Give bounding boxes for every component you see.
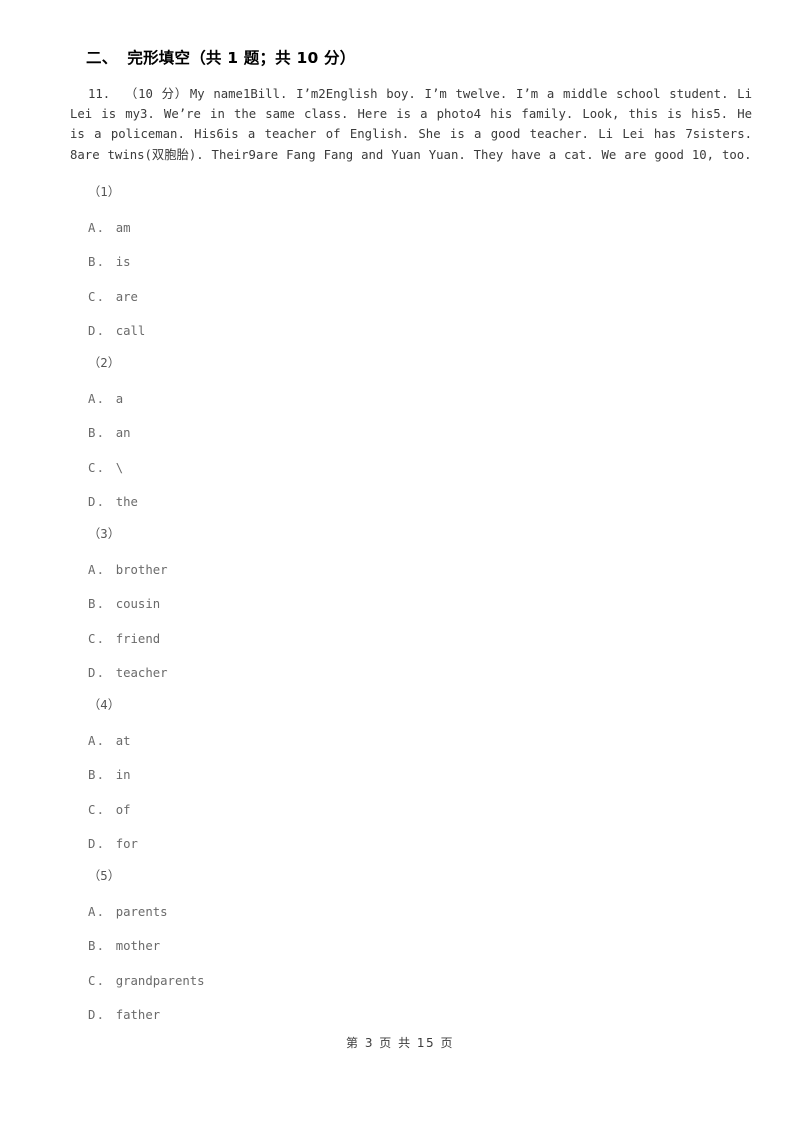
option-separator: ． — [97, 597, 110, 612]
option-a[interactable]: A ． parents — [88, 902, 168, 920]
option-key: D — [88, 665, 96, 680]
option-c[interactable]: C ． \ — [88, 458, 123, 476]
option-key: B — [88, 597, 96, 612]
option-c[interactable]: C ． friend — [88, 629, 160, 647]
option-key: B — [88, 939, 96, 954]
option-separator: ． — [97, 973, 110, 988]
option-separator: ． — [97, 392, 110, 407]
blank-label: （5） — [88, 869, 120, 883]
option-key: A — [88, 221, 96, 236]
option-d[interactable]: D ． teacher — [88, 663, 168, 681]
option-text: call — [115, 323, 146, 338]
option-text: of — [115, 802, 131, 817]
option-separator: ． — [97, 289, 110, 304]
option-b[interactable]: B ． mother — [88, 936, 160, 954]
option-separator: ． — [97, 836, 110, 851]
option-key: C — [88, 631, 96, 646]
option-b[interactable]: B ． cousin — [88, 594, 160, 612]
option-separator: ． — [97, 221, 110, 236]
option-text: are — [115, 289, 138, 304]
option-key: C — [88, 289, 96, 304]
option-key: D — [88, 323, 96, 338]
option-separator: ． — [97, 905, 110, 920]
option-key: B — [88, 426, 96, 441]
option-separator: ． — [97, 323, 110, 338]
option-a[interactable]: A ． am — [88, 218, 131, 236]
option-separator: ． — [97, 255, 110, 270]
option-c[interactable]: C ． are — [88, 287, 138, 305]
section-title: 完形填空（共 1 题；共 10 分） — [127, 49, 356, 67]
blank-label: （1） — [88, 185, 120, 199]
option-text: am — [115, 221, 131, 236]
option-text: at — [115, 734, 131, 749]
cloze-passage: 11. （10 分） My name1Bill. I’m2English boy. … — [70, 84, 752, 165]
blank-label: （3） — [88, 527, 120, 541]
option-separator: ． — [97, 460, 110, 475]
option-separator: ． — [97, 563, 110, 578]
option-separator: ． — [97, 802, 110, 817]
option-d[interactable]: D ． father — [88, 1005, 160, 1023]
option-b[interactable]: B ． in — [88, 765, 131, 783]
option-text: an — [115, 426, 131, 441]
option-separator: ． — [97, 768, 110, 783]
option-key: D — [88, 836, 96, 851]
blank-label: （4） — [88, 698, 120, 712]
option-separator: ． — [97, 734, 110, 749]
option-key: C — [88, 802, 96, 817]
option-d[interactable]: D ． the — [88, 492, 138, 510]
option-text: parents — [115, 905, 168, 920]
option-key: A — [88, 392, 96, 407]
option-key: D — [88, 1007, 96, 1022]
option-key: D — [88, 494, 96, 509]
option-key: C — [88, 460, 96, 475]
option-a[interactable]: A ． a — [88, 389, 123, 407]
option-b[interactable]: B ． an — [88, 423, 131, 441]
option-separator: ． — [97, 939, 110, 954]
option-text: a — [115, 392, 124, 407]
option-text: \ — [115, 460, 124, 475]
option-text: friend — [115, 631, 161, 646]
option-d[interactable]: D ． for — [88, 834, 138, 852]
page-footer: 第 3 页 共 15 页 — [346, 1036, 454, 1050]
document-page: 二、 完形填空（共 1 题；共 10 分） 11. （10 分） My name1Bi… — [0, 0, 800, 1132]
option-d[interactable]: D ． call — [88, 321, 145, 339]
option-text: the — [115, 494, 138, 509]
section-number: 二、 — [86, 49, 118, 67]
blank-label: （2） — [88, 356, 120, 370]
option-text: mother — [115, 939, 161, 954]
option-text: father — [115, 1007, 161, 1022]
option-text: teacher — [115, 665, 168, 680]
option-separator: ． — [97, 1007, 110, 1022]
option-separator: ． — [97, 494, 110, 509]
option-b[interactable]: B ． is — [88, 252, 131, 270]
option-a[interactable]: A ． brother — [88, 560, 168, 578]
question-number: 11. — [88, 87, 111, 101]
option-c[interactable]: C ． of — [88, 800, 131, 818]
option-key: A — [88, 905, 96, 920]
option-key: A — [88, 563, 96, 578]
option-text: brother — [115, 563, 168, 578]
option-text: in — [115, 768, 131, 783]
option-text: is — [115, 255, 131, 270]
option-separator: ． — [97, 631, 110, 646]
section-heading: 二、 完形填空（共 1 题；共 10 分） — [86, 46, 355, 68]
question-score: （10 分） — [124, 87, 188, 101]
option-c[interactable]: C ． grandparents — [88, 971, 205, 989]
option-separator: ． — [97, 426, 110, 441]
option-a[interactable]: A ． at — [88, 731, 131, 749]
option-key: A — [88, 734, 96, 749]
option-key: B — [88, 255, 96, 270]
option-key: C — [88, 973, 96, 988]
option-text: for — [115, 836, 138, 851]
option-text: grandparents — [115, 973, 205, 988]
option-separator: ． — [97, 665, 110, 680]
option-key: B — [88, 768, 96, 783]
option-text: cousin — [115, 597, 161, 612]
